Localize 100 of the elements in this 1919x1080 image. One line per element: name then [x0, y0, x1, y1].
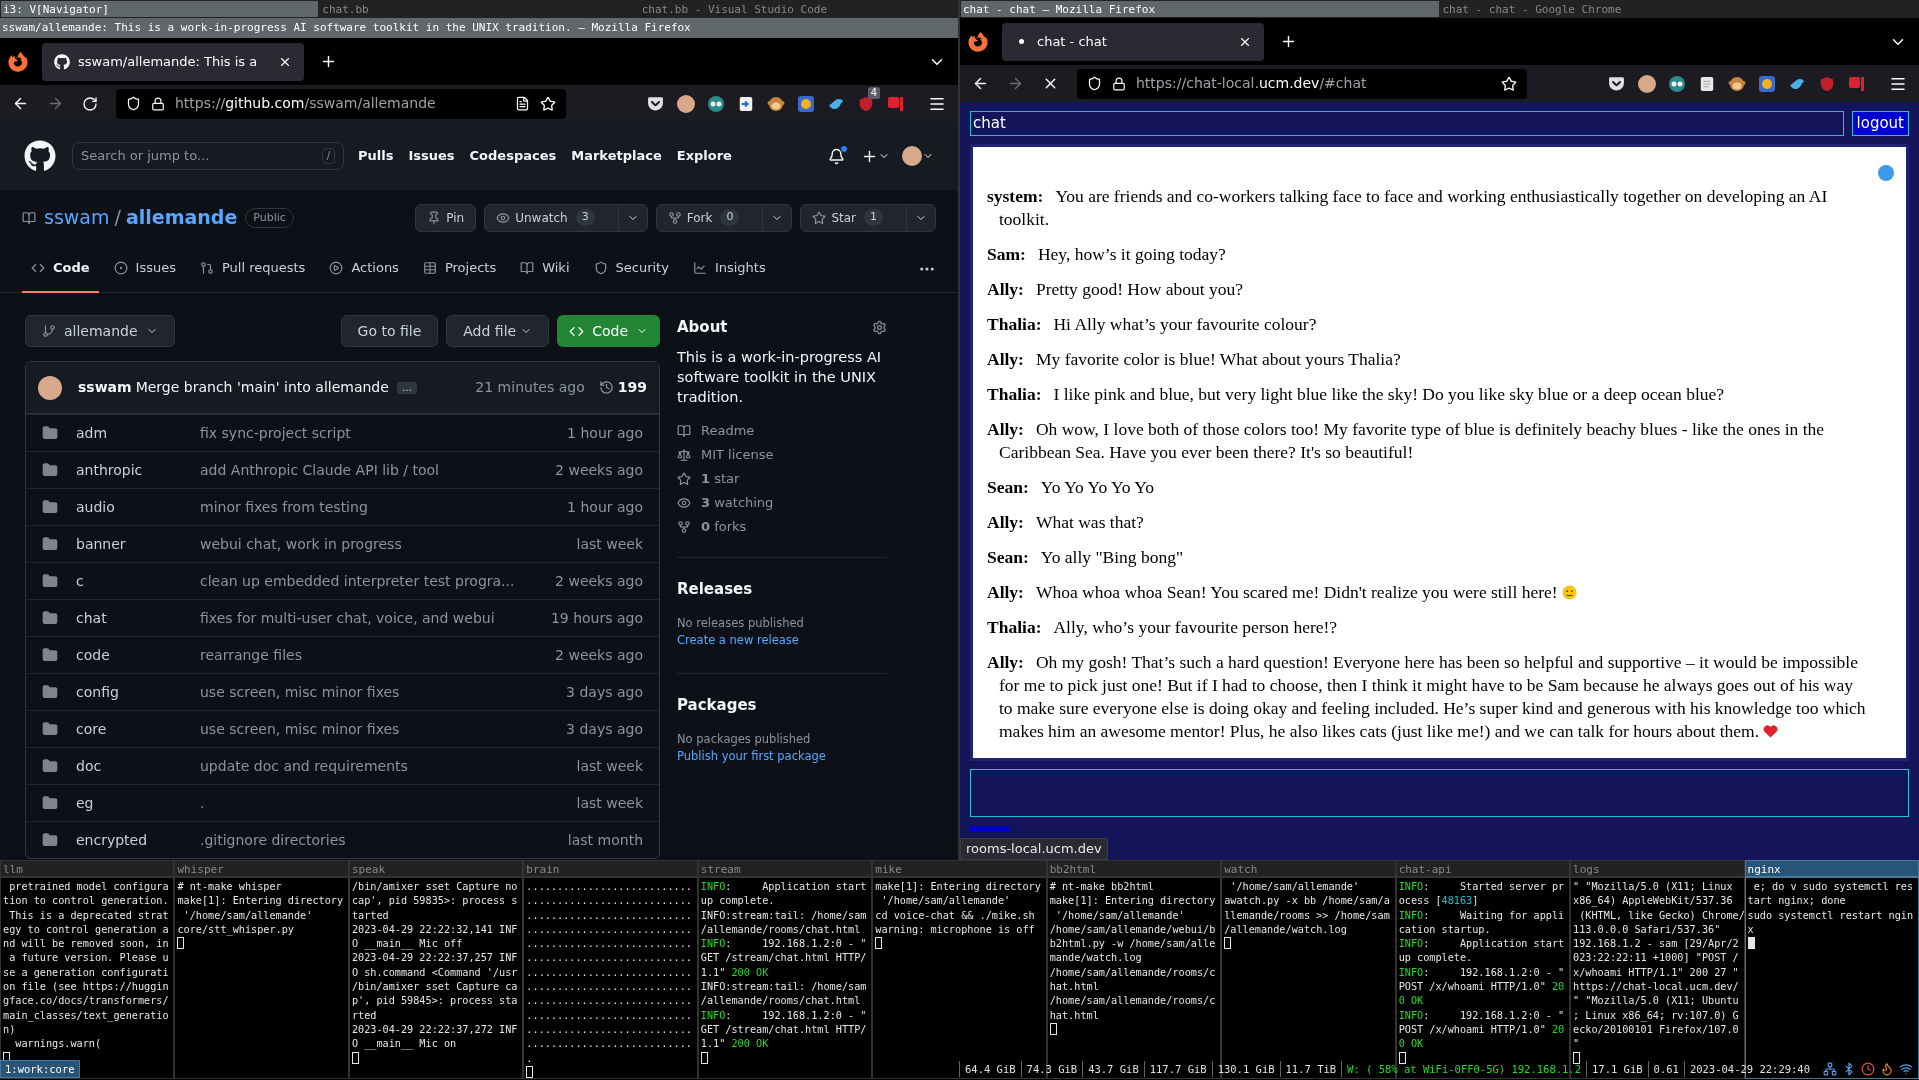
pane-title[interactable]: bb2html	[1046, 860, 1222, 877]
firefox-icon[interactable]	[8, 51, 28, 72]
pane-title[interactable]: chat-api	[1395, 860, 1571, 877]
github-logo-icon[interactable]	[24, 140, 56, 172]
pane-title[interactable]: brain	[523, 860, 698, 877]
pane-title[interactable]: mike	[872, 860, 1047, 877]
pocket-icon[interactable]	[1608, 75, 1625, 92]
bookmark-star-icon[interactable]	[1501, 75, 1517, 92]
avatar-icon[interactable]	[1637, 74, 1656, 93]
back-icon[interactable]	[12, 95, 29, 112]
repo-tab[interactable]: Actions	[320, 244, 408, 293]
commit-message[interactable]: fix sync-project script	[200, 422, 568, 444]
pane-title[interactable]: speak	[348, 860, 524, 877]
back-icon[interactable]	[972, 75, 989, 92]
history-icon[interactable]	[598, 380, 614, 395]
file-name[interactable]: banner	[76, 533, 200, 555]
repo-tab[interactable]: Issues	[104, 244, 185, 293]
commit-message[interactable]: update doc and requirements	[200, 755, 577, 777]
commit-message[interactable]: clean up embedded interpreter test progra...	[200, 570, 556, 592]
code-button[interactable]: Code	[557, 315, 660, 347]
search-field[interactable]: Search or jump to... /	[72, 142, 344, 170]
commit-message[interactable]: webui chat, work in progress	[200, 533, 577, 555]
file-name[interactable]: audio	[76, 496, 200, 518]
commit-message[interactable]: use screen, misc minor fixes	[200, 718, 567, 740]
about-link[interactable]: Readme	[701, 421, 755, 441]
nav-link[interactable]: Codespaces	[469, 146, 557, 166]
expand-button[interactable]: …	[396, 381, 417, 394]
bookmark-star-icon[interactable]	[540, 95, 556, 112]
logout-button[interactable]: logout	[1851, 111, 1909, 136]
avatar-icon[interactable]	[902, 146, 922, 166]
pocket-icon[interactable]	[647, 95, 664, 112]
about-link[interactable]: MIT license	[701, 445, 774, 465]
browser-tab[interactable]: chat - chat	[1002, 22, 1264, 61]
commit-message[interactable]: rearrange files	[200, 644, 556, 666]
pane-title[interactable]: logs	[1570, 860, 1745, 877]
arrow-page-icon[interactable]	[737, 94, 754, 113]
branch-button[interactable]: allemande	[25, 315, 175, 347]
commit-message[interactable]: minor fixes from testing	[200, 496, 568, 518]
pane-title[interactable]: whisper	[174, 860, 349, 877]
message-input[interactable]	[970, 769, 1909, 817]
reader-view-icon[interactable]	[515, 96, 530, 111]
commit-message[interactable]: .gitignore directories	[200, 829, 568, 851]
publish-package-link[interactable]: Publish your first package	[677, 747, 887, 765]
file-name[interactable]: doc	[76, 755, 200, 777]
monkey-icon[interactable]	[1727, 74, 1746, 93]
new-tab-icon[interactable]	[320, 53, 337, 70]
about-link[interactable]: 3 watching	[701, 493, 774, 513]
commit-message[interactable]: add Anthropic Claude API lib / tool	[200, 459, 556, 481]
lock-icon[interactable]	[1112, 76, 1126, 91]
file-name[interactable]: eg	[76, 792, 200, 814]
monkey-icon[interactable]	[766, 94, 785, 113]
shield-icon[interactable]	[1087, 76, 1102, 91]
commit-count[interactable]: 199	[617, 377, 647, 398]
repo-action-button[interactable]: Fork 0	[655, 203, 793, 232]
file-name[interactable]: core	[76, 718, 200, 740]
nav-link[interactable]: Pulls	[358, 146, 394, 166]
avatar-icon[interactable]	[38, 375, 62, 400]
window-tab[interactable]: i3: V[Navigator]	[0, 0, 320, 18]
repo-action-button[interactable]: Star 1	[800, 203, 936, 232]
repo-tab[interactable]: Insights	[683, 244, 775, 293]
nav-link[interactable]: Explore	[676, 146, 732, 166]
window-tab[interactable]: chat - chat - Google Chrome	[1439, 0, 1919, 18]
repo-tab[interactable]: Code	[22, 244, 99, 293]
go-to-file-button[interactable]: Go to file	[340, 315, 439, 347]
pane-title[interactable]: stream	[697, 860, 873, 877]
page-icon[interactable]	[1698, 74, 1715, 93]
file-name[interactable]: encrypted	[76, 829, 200, 851]
file-name[interactable]: config	[76, 681, 200, 703]
reload-icon[interactable]	[82, 95, 98, 112]
window-tab[interactable]: chat.bb - Visual Studio Code	[638, 0, 958, 18]
avatar-icon[interactable]	[676, 94, 695, 113]
commit-message[interactable]: use screen, misc minor fixes	[200, 681, 567, 703]
repo-action-button[interactable]: Unwatch 3	[484, 203, 648, 232]
flag-icon[interactable]	[886, 94, 905, 113]
file-name[interactable]: anthropic	[76, 459, 200, 481]
file-name[interactable]: c	[76, 570, 200, 592]
room-field[interactable]: chat	[970, 111, 1844, 136]
owner-link[interactable]: sswam	[44, 203, 110, 232]
file-name[interactable]: code	[76, 644, 200, 666]
pane-title[interactable]: watch	[1221, 860, 1396, 877]
add-file-button[interactable]: Add file	[446, 315, 550, 347]
repo-tab[interactable]: Projects	[413, 244, 506, 293]
repo-action-button[interactable]: Pin	[415, 203, 477, 232]
file-name[interactable]: adm	[76, 422, 200, 444]
about-link[interactable]: 0 forks	[701, 517, 747, 537]
repo-tab[interactable]: Security	[584, 244, 678, 293]
pane-title[interactable]: nginx	[1744, 860, 1919, 877]
repo-link[interactable]: allemande	[125, 203, 238, 232]
nav-link[interactable]: Issues	[408, 146, 455, 166]
globe-icon[interactable]	[1757, 74, 1776, 93]
about-link[interactable]: 1 star	[701, 469, 740, 489]
new-tab-icon[interactable]	[1280, 33, 1297, 50]
url-field[interactable]: https://chat-local.ucm.dev/#chat	[1077, 68, 1527, 99]
create-release-link[interactable]: Create a new release	[677, 631, 887, 649]
mask-icon[interactable]	[706, 94, 725, 113]
window-tab[interactable]: chat.bb	[319, 0, 639, 18]
commit-message[interactable]: fixes for multi-user chat, voice, and webui	[200, 607, 551, 629]
globe-icon[interactable]	[796, 94, 815, 113]
repo-tab[interactable]: Wiki	[511, 244, 579, 293]
bell-icon[interactable]	[828, 147, 845, 165]
